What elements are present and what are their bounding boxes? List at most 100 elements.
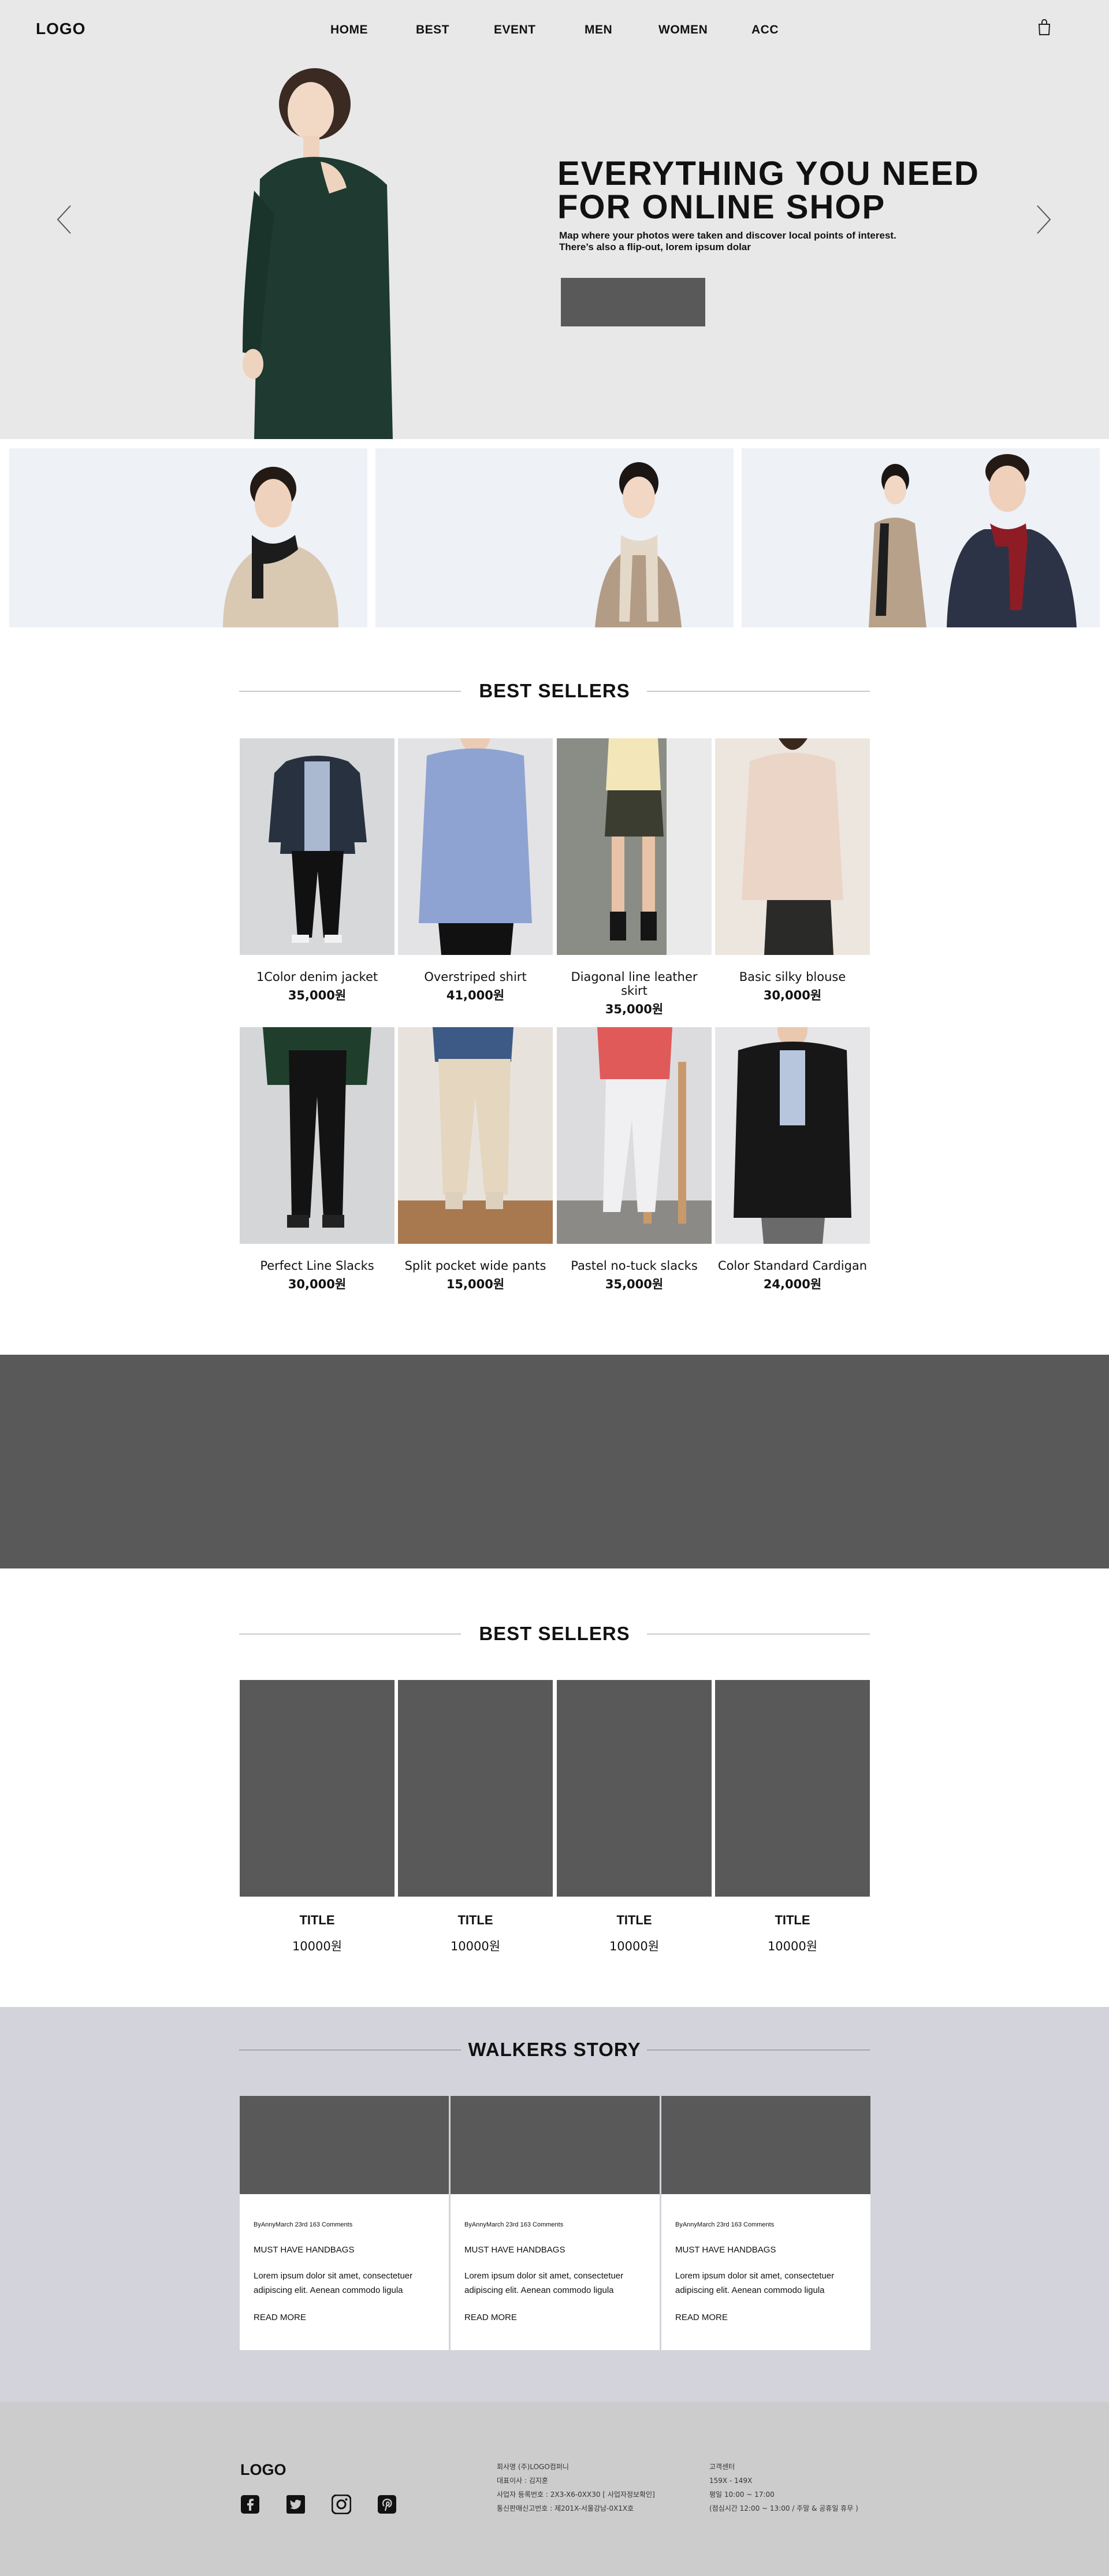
product-price: 30,000원 (763, 988, 822, 1002)
story-body-line: adipiscing elit. Aenean commodo ligula (254, 2285, 403, 2295)
twitter-icon[interactable] (286, 2495, 306, 2514)
product-image (398, 738, 553, 955)
product-price: 35,000원 (288, 988, 347, 1002)
product-price: 41,000원 (446, 988, 505, 1002)
product-title: TITLE (775, 1913, 810, 1927)
promo-banner-men[interactable] (9, 448, 367, 627)
product-image (240, 1027, 395, 1244)
story-heading-text: MUST HAVE HANDBAGS (254, 2245, 355, 2255)
instagram-icon[interactable] (332, 2495, 351, 2514)
footer-cs-line: 159X - 149X (709, 2477, 753, 2485)
banner-women-image (375, 448, 734, 627)
product-name: Color Standard Cardigan (717, 1259, 868, 1273)
product-card[interactable]: 1Color denim jacket 35,000원 (240, 738, 395, 1003)
story-card: ByAnnyMarch 23rd 163 Comments MUST HAVE … (240, 2096, 449, 2350)
story-meta: ByAnnyMarch 23rd 163 Comments (254, 2221, 353, 2228)
hero-section: LOGO HOME BEST EVENT MEN WOMEN ACC EVERY… (0, 0, 1109, 439)
product-image-placeholder[interactable] (715, 1680, 870, 1897)
footer-company-info: 회사명 (주)LOGO컴퍼니 대표이사 : 김지훈 사업자 등록번호 : 2X3… (497, 2460, 655, 2515)
product-price: 35,000원 (605, 1002, 664, 1016)
nav-best[interactable]: BEST (416, 23, 449, 37)
story-body: Lorem ipsum dolor sit amet, consectetuer… (675, 2269, 860, 2298)
product-image (557, 1027, 712, 1244)
footer-customer-service: 고객센터 159X - 149X 평일 10:00 ~ 17:00 (점심시간 … (709, 2460, 858, 2515)
product-card[interactable]: Pastel no-tuck slacks 35,000원 (557, 1027, 712, 1292)
footer-info-line: 회사명 (주)LOGO컴퍼니 (497, 2463, 569, 2471)
footer-cs-line: (점심시간 12:00 ~ 13:00 / 주말 & 공휴일 휴무 ) (709, 2504, 858, 2512)
product-image-placeholder[interactable] (240, 1680, 395, 1897)
story-card: ByAnnyMarch 23rd 163 Comments MUST HAVE … (661, 2096, 870, 2350)
hero-subtitle-line-1: Map where your photos were taken and dis… (559, 230, 896, 241)
story-title: WALKERS STORY (468, 2039, 641, 2060)
facebook-icon[interactable] (240, 2495, 260, 2514)
story-meta: ByAnnyMarch 23rd 163 Comments (675, 2221, 775, 2228)
product-price: 10000원 (292, 1939, 343, 1953)
product-card[interactable]: Split pocket wide pants 15,000원 (398, 1027, 553, 1292)
product-card-placeholder: TITLE 10000원 (398, 1680, 553, 1954)
story-image-placeholder[interactable] (451, 2096, 660, 2194)
product-card[interactable]: Basic silky blouse 30,000원 (715, 738, 870, 1003)
read-more-link[interactable]: READ MORE (254, 2313, 306, 2322)
product-name: Diagonal line leather skirt (571, 970, 698, 998)
promo-banner-women[interactable] (375, 448, 734, 627)
hero-cta-button[interactable] (561, 278, 705, 326)
story-body: Lorem ipsum dolor sit amet, consectetuer… (254, 2269, 438, 2298)
footer-info-line: 사업자 등록번호 : 2X3-X6-0XX30 [ 사업자정보확인] (497, 2490, 655, 2499)
product-price: 10000원 (450, 1939, 501, 1953)
promo-banner-placeholder[interactable] (0, 1355, 1109, 1568)
nav-home[interactable]: HOME (330, 23, 368, 37)
nav-event[interactable]: EVENT (494, 23, 536, 37)
nav-acc[interactable]: ACC (751, 23, 779, 37)
pinterest-icon[interactable] (377, 2495, 397, 2514)
product-card[interactable]: Color Standard Cardigan 24,000원 (715, 1027, 870, 1292)
best-sellers-heading-2: BEST SELLERS (0, 1621, 1109, 1646)
product-price: 24,000원 (763, 1277, 822, 1291)
nav-men[interactable]: MEN (585, 23, 612, 37)
story-heading-text: MUST HAVE HANDBAGS (464, 2245, 565, 2255)
product-price: 10000원 (767, 1939, 818, 1953)
product-image (715, 738, 870, 955)
story-body-line: Lorem ipsum dolor sit amet, consectetuer (675, 2271, 835, 2281)
product-card[interactable]: Overstriped shirt 41,000원 (398, 738, 553, 1003)
product-name: Pastel no-tuck slacks (571, 1259, 698, 1273)
story-body-line: Lorem ipsum dolor sit amet, consectetuer (254, 2271, 413, 2281)
slider-next-arrow-icon[interactable] (1032, 202, 1055, 237)
product-card[interactable]: Diagonal line leather skirt 35,000원 (557, 738, 712, 1017)
product-price: 35,000원 (605, 1277, 664, 1291)
best-sellers-title-2: BEST SELLERS (479, 1623, 630, 1644)
banner-men-image (9, 448, 367, 627)
product-card[interactable]: Perfect Line Slacks 30,000원 (240, 1027, 395, 1292)
product-image (240, 738, 395, 955)
product-image (715, 1027, 870, 1244)
read-more-link[interactable]: READ MORE (675, 2313, 728, 2322)
story-image-placeholder[interactable] (661, 2096, 870, 2194)
product-price: 30,000원 (288, 1277, 347, 1291)
hero-title: EVERYTHING YOU NEED FOR ONLINE SHOP (557, 157, 1031, 224)
footer-info-line: 통신판매신고번호 : 제201X-서울강남-0X1X호 (497, 2504, 634, 2512)
story-body-line: Lorem ipsum dolor sit amet, consectetuer (464, 2271, 624, 2281)
footer: LOGO 회사명 (주)LOGO컴퍼니 대표이사 : 김지훈 사업자 등록번호 … (0, 2402, 1109, 2576)
product-card-placeholder: TITLE 10000원 (557, 1680, 712, 1954)
hero-title-line-1: EVERYTHING YOU NEED (557, 155, 980, 192)
hero-subtitle-line-2: There’s also a flip-out, lorem ipsum dol… (559, 241, 751, 252)
hero-subtitle: Map where your photos were taken and dis… (559, 230, 998, 253)
story-heading-text: MUST HAVE HANDBAGS (675, 2245, 776, 2255)
story-body-line: adipiscing elit. Aenean commodo ligula (464, 2285, 614, 2295)
promo-banner-couple[interactable] (742, 448, 1100, 627)
footer-logo[interactable]: LOGO (240, 2461, 286, 2479)
story-image-placeholder[interactable] (240, 2096, 449, 2194)
story-heading: WALKERS STORY (0, 2037, 1109, 2062)
nav-women[interactable]: WOMEN (658, 23, 708, 37)
product-title: TITLE (616, 1913, 652, 1927)
shopping-bag-icon[interactable] (1037, 18, 1052, 36)
product-name: Basic silky blouse (739, 970, 846, 984)
product-image (398, 1027, 553, 1244)
slider-prev-arrow-icon[interactable] (53, 202, 76, 237)
product-title: TITLE (299, 1913, 335, 1927)
product-image-placeholder[interactable] (398, 1680, 553, 1897)
read-more-link[interactable]: READ MORE (464, 2313, 517, 2322)
product-card-placeholder: TITLE 10000원 (240, 1680, 395, 1954)
product-image-placeholder[interactable] (557, 1680, 712, 1897)
banner-couple-image (742, 448, 1100, 627)
product-image (557, 738, 712, 955)
